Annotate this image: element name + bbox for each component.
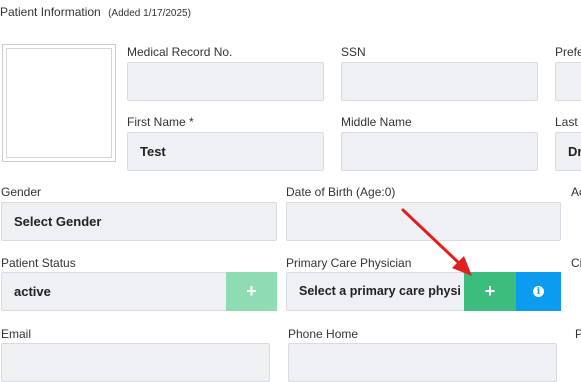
annotation-arrow	[401, 208, 472, 276]
